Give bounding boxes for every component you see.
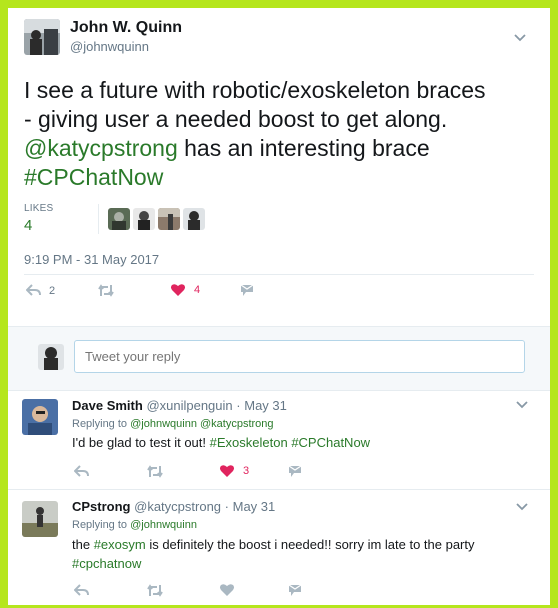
tweet-line: @katycpstrong has an interesting brace: [24, 134, 539, 163]
reply-header: CPstrong @katycpstrong · May 31: [72, 499, 275, 514]
reply-date[interactable]: May 31: [244, 398, 287, 413]
dot-separator: ·: [224, 499, 229, 514]
reply-action[interactable]: [74, 584, 89, 597]
my-avatar: [38, 344, 64, 370]
tweet-line-text: has an interesting brace: [177, 135, 430, 161]
reply-author-name[interactable]: Dave Smith: [72, 398, 143, 413]
heart-icon: [220, 584, 234, 596]
author-avatar[interactable]: [24, 19, 60, 55]
mention-link[interactable]: @katycpstrong: [24, 135, 178, 161]
reply-date[interactable]: May 31: [233, 499, 276, 514]
chevron-down-icon[interactable]: [515, 502, 529, 512]
reply-icon: [26, 284, 41, 296]
liker-avatar[interactable]: [158, 208, 180, 230]
reply-avatar[interactable]: [22, 399, 58, 435]
heart-icon: [220, 465, 234, 477]
retweet-action[interactable]: [146, 465, 164, 478]
hashtag-link[interactable]: #exosym: [94, 537, 146, 552]
hashtag-link[interactable]: #cpchatnow: [72, 556, 141, 571]
reply-text-span: is definitely the boost i needed!! sorry…: [145, 537, 475, 552]
liker-avatar[interactable]: [108, 208, 130, 230]
tweet-timestamp[interactable]: 9:19 PM - 31 May 2017: [24, 252, 159, 267]
liker-avatar[interactable]: [133, 208, 155, 230]
retweet-action[interactable]: [97, 284, 115, 297]
retweet-icon: [147, 584, 163, 597]
replying-to: Replying to @johnwquinn @katycpstrong: [72, 418, 274, 430]
reply-icon: [74, 584, 89, 596]
dot-separator: ·: [236, 398, 241, 413]
reply-icon: [74, 465, 89, 477]
retweet-icon: [98, 284, 114, 297]
reply-action[interactable]: 2: [26, 284, 55, 297]
hashtag-link[interactable]: #Exoskeleton: [210, 435, 288, 450]
like-action[interactable]: [219, 583, 235, 597]
tweet-line: - giving user a needed boost to get alon…: [24, 106, 448, 132]
retweet-icon: [147, 465, 163, 478]
message-action[interactable]: [240, 284, 254, 297]
reply-author-handle[interactable]: @xunilpenguin: [146, 398, 232, 413]
divider: [24, 274, 534, 275]
replying-to-link[interactable]: @johnwquinn: [130, 418, 197, 430]
reply-text: the #exosym is definitely the boost i ne…: [72, 535, 532, 573]
like-action[interactable]: 3: [219, 464, 249, 478]
tweet-card: John W. Quinn @johnwquinn I see a future…: [8, 8, 550, 605]
hashtag-link[interactable]: #CPChatNow: [24, 164, 163, 190]
tweet-line: I see a future with robotic/exoskeleton …: [24, 77, 486, 103]
message-action[interactable]: [288, 584, 302, 597]
reply-avatar[interactable]: [22, 501, 58, 537]
reply-text: I'd be glad to test it out! #Exoskeleton…: [72, 433, 532, 452]
like-action[interactable]: 4: [170, 283, 200, 297]
message-icon: [288, 465, 302, 477]
reply-author-name[interactable]: CPstrong: [72, 499, 131, 514]
tweet-text: I see a future with robotic/exoskeleton …: [24, 76, 539, 192]
likes-label: LIKES: [24, 203, 54, 214]
author-name[interactable]: John W. Quinn: [70, 19, 182, 37]
replying-label: Replying to: [72, 418, 128, 430]
heart-icon: [171, 284, 185, 296]
reply-text-span: the: [72, 537, 94, 552]
reply-text-span: I'd be glad to test it out!: [72, 435, 210, 450]
chevron-down-icon[interactable]: [513, 33, 527, 43]
divider: [8, 489, 550, 490]
liker-avatar[interactable]: [183, 208, 205, 230]
replying-to-link[interactable]: @johnwquinn: [130, 519, 197, 531]
replying-label: Replying to: [72, 519, 128, 531]
replying-to: Replying to @johnwquinn: [72, 519, 197, 531]
reply-author-handle[interactable]: @katycpstrong: [134, 499, 221, 514]
reply-text-line: #cpchatnow: [72, 554, 532, 573]
reply-count: 2: [49, 284, 56, 297]
chevron-down-icon[interactable]: [515, 400, 529, 410]
retweet-action[interactable]: [146, 584, 164, 597]
reply-input[interactable]: [74, 340, 525, 373]
reply-header: Dave Smith @xunilpenguin · May 31: [72, 398, 287, 413]
reply-action[interactable]: [74, 465, 89, 478]
hashtag-link[interactable]: #CPChatNow: [291, 435, 370, 450]
message-icon: [288, 584, 302, 596]
message-icon: [240, 284, 254, 296]
message-action[interactable]: [288, 465, 302, 478]
like-count: 3: [243, 465, 250, 477]
author-handle[interactable]: @johnwquinn: [70, 39, 149, 54]
likes-count[interactable]: 4: [24, 217, 32, 234]
reply-text-line: the #exosym is definitely the boost i ne…: [72, 535, 532, 554]
like-count: 4: [194, 284, 201, 296]
tweet-line: #CPChatNow: [24, 163, 539, 192]
divider: [98, 204, 99, 234]
replying-to-link[interactable]: @katycpstrong: [200, 418, 274, 430]
